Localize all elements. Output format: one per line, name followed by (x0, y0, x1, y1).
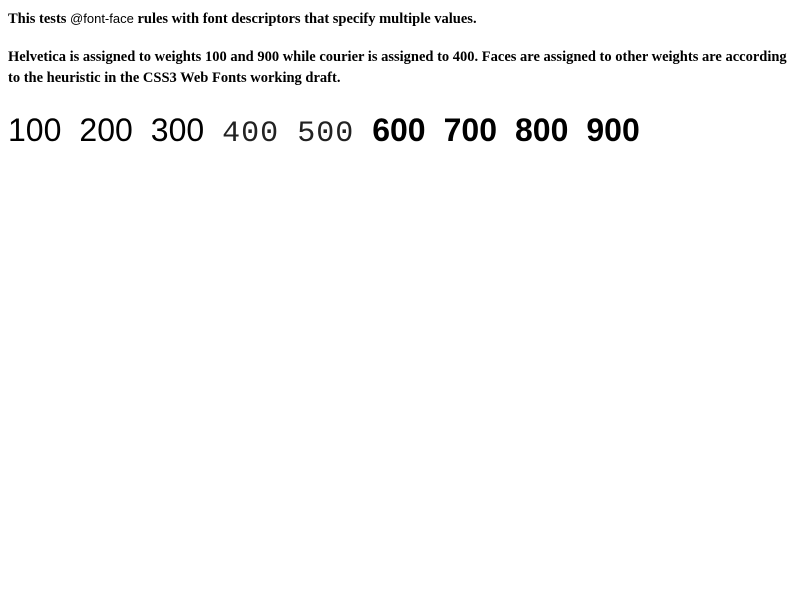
weight-sample-400: 400 (222, 117, 280, 151)
weight-sample-700: 700 (443, 112, 497, 148)
weight-sample-100: 100 (8, 112, 62, 148)
description-text: Helvetica is assigned to weights 100 and… (8, 49, 787, 86)
weight-samples: 100 200 300 400 500 600 700 800 900 (8, 108, 658, 156)
weight-sample-900: 900 (586, 112, 640, 148)
intro-code: @font-face (70, 11, 134, 26)
weight-sample-800: 800 (514, 112, 569, 148)
weight-sample-200: 200 (79, 112, 133, 148)
intro-text: This tests @font-face rules with font de… (8, 9, 798, 29)
weight-sample-300: 300 (150, 112, 205, 148)
intro-suffix: rules with font descriptors that specify… (133, 11, 477, 27)
weight-sample-600: 600 (372, 112, 426, 148)
weight-sample-500: 500 (297, 117, 355, 151)
intro-prefix: This tests (8, 11, 71, 27)
